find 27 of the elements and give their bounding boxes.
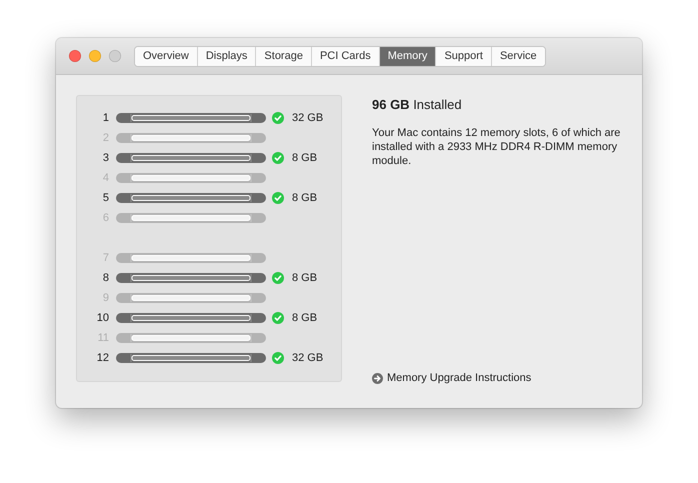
memory-description: Your Mac contains 12 memory slots, 6 of which are installed with a 2933 MHz DDR4 R-DIMM memory module. (372, 126, 622, 168)
close-button[interactable] (69, 50, 81, 62)
module-size: 8 GB (292, 312, 318, 324)
checkmark-icon (272, 352, 284, 364)
slot-number: 1 (102, 112, 109, 124)
slot-number: 12 (96, 352, 109, 364)
module-size: 32 GB (292, 112, 324, 124)
memory-total: 96 GB Installed (372, 97, 463, 112)
module-size: 8 GB (292, 272, 318, 284)
module-size: 8 GB (292, 152, 318, 164)
upgrade-instructions-link[interactable]: Memory Upgrade Instructions (372, 372, 532, 384)
checkmark-icon (272, 272, 284, 284)
slot-number: 10 (96, 312, 109, 324)
checkmark-icon (272, 112, 284, 124)
tab[interactable]: Memory (380, 46, 436, 66)
minimize-button[interactable] (89, 50, 101, 62)
checkmark-icon (272, 152, 284, 164)
checkmark-icon (272, 192, 284, 204)
slot-number: 3 (102, 152, 109, 164)
slot-number: 5 (102, 192, 109, 204)
tab[interactable]: Overview (135, 46, 198, 66)
module-size: 32 GB (292, 352, 324, 364)
zoom-button[interactable] (109, 50, 121, 62)
slot-number: 8 (102, 272, 109, 284)
checkmark-icon (272, 312, 284, 324)
arrow-circle-icon (372, 372, 383, 384)
module-size: 8 GB (292, 192, 318, 204)
